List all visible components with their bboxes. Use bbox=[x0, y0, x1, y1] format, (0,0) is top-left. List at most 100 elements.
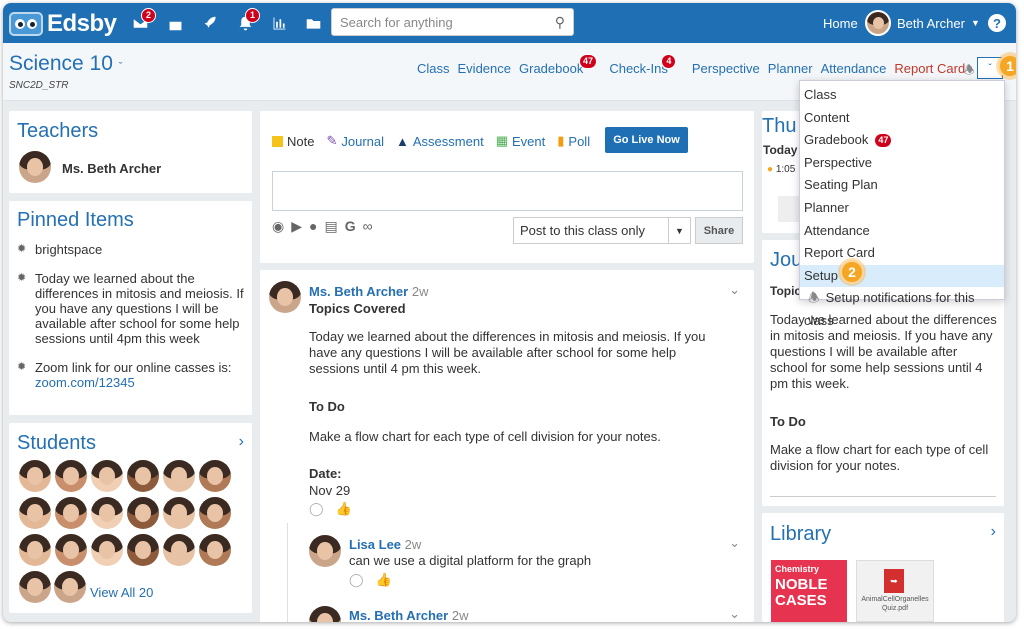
comment-icon[interactable]: ◯ bbox=[309, 501, 324, 517]
reply2-avatar[interactable] bbox=[309, 606, 341, 622]
journal-todo-heading: To Do bbox=[770, 414, 806, 429]
class-title[interactable]: Science 10 ˇ bbox=[9, 52, 122, 76]
user-menu[interactable]: Beth Archer ▼ bbox=[897, 3, 980, 43]
student-avatar[interactable] bbox=[199, 497, 231, 529]
student-avatar[interactable] bbox=[55, 460, 87, 492]
pinned-item[interactable]: ✹ Zoom link for our online casses is: zoom… bbox=[17, 360, 245, 390]
chevron-right-icon[interactable]: › bbox=[991, 523, 996, 541]
pin-icon: ✹ bbox=[17, 243, 27, 255]
library-heading[interactable]: Library bbox=[770, 523, 831, 546]
teacher-avatar[interactable] bbox=[19, 151, 51, 183]
assessment-button[interactable]: ▲ Assessment bbox=[396, 133, 484, 149]
book-title: NOBLE CASES bbox=[775, 576, 828, 609]
link-icon[interactable]: ∞ bbox=[363, 218, 373, 235]
student-avatar[interactable] bbox=[55, 534, 87, 566]
like-icon[interactable]: 👍 bbox=[336, 501, 352, 517]
post-author[interactable]: Ms. Beth Archer bbox=[309, 284, 408, 299]
help-icon[interactable]: ? bbox=[988, 14, 1006, 32]
post-todo-heading: To Do bbox=[309, 399, 345, 414]
library-book[interactable]: Chemistry NOBLE CASES bbox=[771, 560, 847, 622]
tab-check-ins[interactable]: Check-Ins 4 bbox=[609, 54, 677, 76]
student-avatar[interactable] bbox=[91, 534, 123, 566]
pinned-item[interactable]: ✹ Today we learned about the differences … bbox=[17, 271, 245, 346]
student-avatar[interactable] bbox=[127, 460, 159, 492]
view-all-students-link[interactable]: View All 20 bbox=[90, 585, 153, 600]
library-pdf[interactable]: ➥ AnimalCellOrganellesQuiz.pdf bbox=[856, 560, 934, 622]
tab-attendance[interactable]: Attendance bbox=[821, 61, 887, 76]
tab-perspective[interactable]: Perspective bbox=[692, 61, 760, 76]
chevron-down-icon[interactable]: ⌄ bbox=[729, 282, 740, 298]
tab-report-card[interactable]: Report Card bbox=[894, 61, 965, 76]
author-avatar[interactable] bbox=[269, 281, 301, 313]
class-bell-icon[interactable]: 🕭 bbox=[964, 61, 975, 82]
document-icon[interactable]: ▤ bbox=[324, 218, 337, 235]
journal-button[interactable]: ✎ Journal bbox=[326, 133, 384, 149]
reply-author[interactable]: Lisa Lee bbox=[349, 537, 401, 552]
tab-planner[interactable]: Planner bbox=[768, 61, 813, 76]
post-scope-select[interactable]: Post to this class only ▼ bbox=[513, 217, 691, 244]
folder-icon[interactable] bbox=[302, 13, 324, 33]
menu-item-setup[interactable]: Setup bbox=[800, 264, 1004, 288]
chevron-down-icon[interactable]: ⌄ bbox=[729, 606, 740, 622]
pin-icon: ✹ bbox=[17, 272, 27, 284]
video-icon[interactable]: ▶ bbox=[291, 218, 302, 235]
student-avatar[interactable] bbox=[163, 460, 195, 492]
student-avatar[interactable] bbox=[91, 460, 123, 492]
menu-item-planner[interactable]: Planner bbox=[800, 197, 1004, 220]
menu-item-gradebook[interactable]: Gradebook 47 bbox=[800, 129, 1004, 152]
pin-icon: ✹ bbox=[17, 361, 27, 373]
menu-item-attendance[interactable]: Attendance bbox=[800, 220, 1004, 243]
student-avatar[interactable] bbox=[19, 534, 51, 566]
chevron-right-icon[interactable]: › bbox=[239, 433, 244, 451]
event-button[interactable]: ▦ Event bbox=[496, 133, 546, 149]
home-link[interactable]: Home bbox=[823, 3, 858, 43]
post-textarea[interactable] bbox=[272, 171, 743, 211]
student-avatar[interactable] bbox=[55, 497, 87, 529]
menu-item-content[interactable]: Content bbox=[800, 107, 1004, 130]
zoom-link[interactable]: zoom.com/12345 bbox=[35, 375, 135, 390]
go-live-button[interactable]: Go Live Now bbox=[605, 127, 688, 153]
user-avatar[interactable] bbox=[865, 10, 891, 36]
search-icon[interactable]: ⚲ bbox=[555, 14, 565, 31]
post-body: Today we learned about the differences i… bbox=[309, 329, 706, 376]
search-input[interactable] bbox=[340, 14, 555, 30]
camera-icon[interactable]: ◉ bbox=[272, 218, 284, 235]
students-heading[interactable]: Students bbox=[17, 432, 96, 455]
google-icon[interactable]: G bbox=[345, 218, 356, 235]
student-avatar[interactable] bbox=[19, 460, 51, 492]
like-icon[interactable]: 👍 bbox=[376, 572, 392, 588]
note-button[interactable]: Note bbox=[272, 133, 314, 149]
microphone-icon[interactable]: ● bbox=[309, 218, 317, 235]
tab-evidence[interactable]: Evidence bbox=[458, 61, 511, 76]
menu-item-setup-notifications[interactable]: 🕭 Setup notifications for this class bbox=[800, 287, 1004, 328]
teacher-name[interactable]: Ms. Beth Archer bbox=[62, 161, 161, 176]
tab-class[interactable]: Class bbox=[417, 61, 450, 76]
student-avatar[interactable] bbox=[54, 571, 86, 603]
chart-icon[interactable] bbox=[268, 13, 290, 33]
calendar-icon[interactable] bbox=[164, 13, 186, 33]
menu-item-class[interactable]: Class bbox=[800, 84, 1004, 107]
rocket-icon[interactable] bbox=[199, 13, 221, 33]
menu-item-report-card[interactable]: Report Card bbox=[800, 242, 1004, 265]
edsby-logo[interactable]: Edsby bbox=[9, 10, 117, 38]
chevron-down-icon[interactable]: ⌄ bbox=[729, 535, 740, 551]
share-button[interactable]: Share bbox=[695, 217, 743, 244]
student-avatar[interactable] bbox=[19, 571, 51, 603]
poll-button[interactable]: ▮ Poll bbox=[557, 133, 590, 149]
student-avatar[interactable] bbox=[199, 534, 231, 566]
student-avatar[interactable] bbox=[127, 534, 159, 566]
reply2-author[interactable]: Ms. Beth Archer bbox=[349, 608, 448, 622]
student-avatar[interactable] bbox=[199, 460, 231, 492]
tab-gradebook[interactable]: Gradebook 47 bbox=[519, 54, 598, 76]
assessment-label: Assessment bbox=[412, 133, 484, 149]
reply-avatar[interactable] bbox=[309, 535, 341, 567]
menu-item-seating-plan[interactable]: Seating Plan bbox=[800, 174, 1004, 197]
student-avatar[interactable] bbox=[163, 534, 195, 566]
comment-icon[interactable]: ◯ bbox=[349, 572, 364, 588]
student-avatar[interactable] bbox=[127, 497, 159, 529]
pinned-item[interactable]: ✹ brightspace bbox=[17, 242, 245, 257]
menu-item-perspective[interactable]: Perspective bbox=[800, 152, 1004, 175]
student-avatar[interactable] bbox=[163, 497, 195, 529]
student-avatar[interactable] bbox=[19, 497, 51, 529]
student-avatar[interactable] bbox=[91, 497, 123, 529]
